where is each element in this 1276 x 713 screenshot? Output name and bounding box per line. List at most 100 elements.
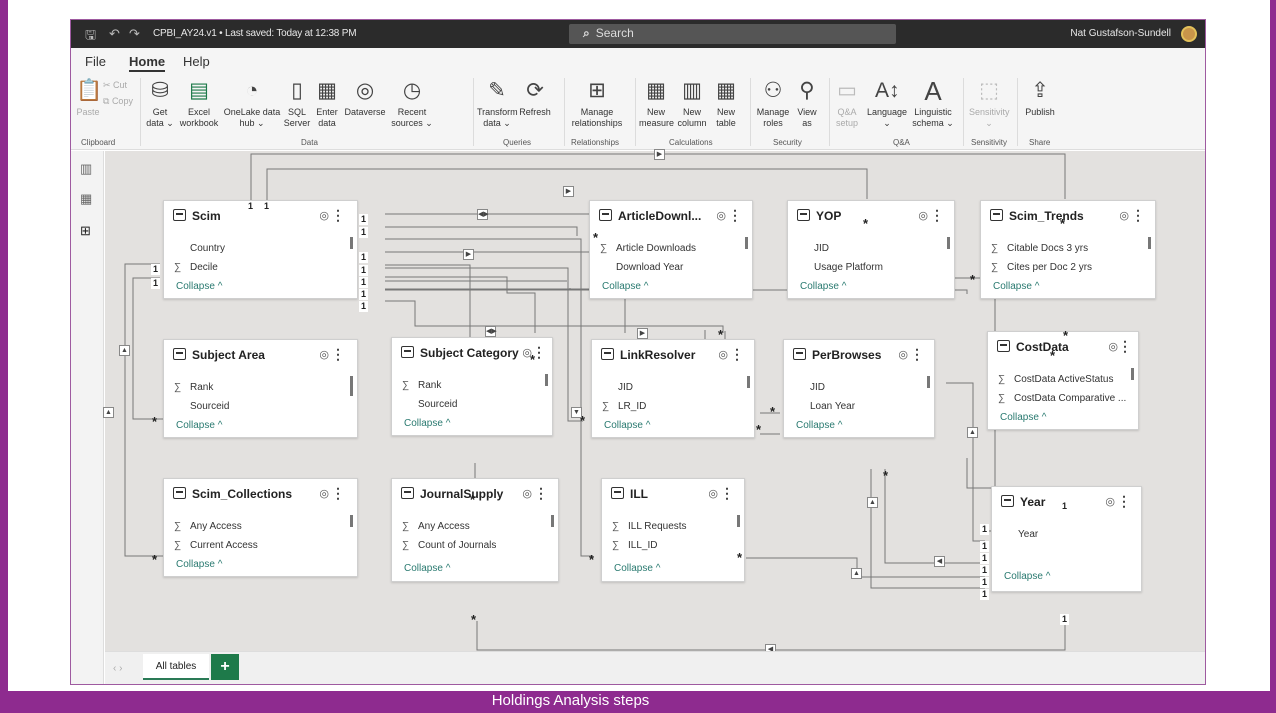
field-download-year[interactable]: Download Year xyxy=(600,262,683,273)
collapse-link[interactable]: Collapse ^ xyxy=(993,281,1039,292)
field-rank[interactable]: ∑ Rank xyxy=(402,380,441,391)
collapse-link[interactable]: Collapse ^ xyxy=(176,281,222,292)
table-card-articledownloads[interactable]: ArticleDownl... ◎ ⋮ ∑ Article Downloads D… xyxy=(589,200,753,299)
paste-button[interactable]: 📋 Paste xyxy=(75,78,102,118)
new-table-button[interactable]: ▦ New table xyxy=(711,78,741,129)
field-rank[interactable]: ∑ Rank xyxy=(174,382,213,393)
table-card-scim-trends[interactable]: Scim_Trends ◎ ⋮ ∑ Citable Docs 3 yrs ∑ Cit… xyxy=(980,200,1156,299)
field-costdata-activestatus[interactable]: ∑ CostData ActiveStatus xyxy=(998,374,1114,385)
language-button[interactable]: A↕ Language ⌄ xyxy=(865,78,909,129)
dataverse-button[interactable]: ◎ Dataverse xyxy=(343,78,387,118)
field-any-access[interactable]: ∑ Any Access xyxy=(402,521,470,532)
more-options-icon[interactable]: ⋮ xyxy=(910,346,924,363)
field-loan-year[interactable]: Loan Year xyxy=(794,401,855,412)
menu-file[interactable]: File xyxy=(85,54,106,69)
table-view-icon[interactable]: ▦ xyxy=(80,191,92,207)
field-count-of-journals[interactable]: ∑ Count of Journals xyxy=(402,540,496,551)
document-title[interactable]: CPBI_AY24.v1 • Last saved: Today at 12:3… xyxy=(153,28,357,39)
table-card-scim[interactable]: Scim ◎ ⋮ Country ∑ Decile Collapse ^ xyxy=(163,200,358,299)
more-options-icon[interactable]: ⋮ xyxy=(730,346,744,363)
more-options-icon[interactable]: ⋮ xyxy=(1118,338,1132,355)
table-card-perbrowses[interactable]: PerBrowses ◎ ⋮ JID Loan Year Collapse ^ xyxy=(783,339,935,438)
linguistic-schema-button[interactable]: A Linguistic schema ⌄ xyxy=(911,78,955,129)
sensitivity-button[interactable]: ⬚ Sensitivity ⌄ xyxy=(969,78,1010,129)
visibility-icon[interactable]: ◎ xyxy=(918,209,928,222)
scrollbar[interactable] xyxy=(551,515,554,527)
visibility-icon[interactable]: ◎ xyxy=(319,487,329,500)
scrollbar[interactable] xyxy=(350,515,353,527)
menu-help[interactable]: Help xyxy=(183,54,210,69)
scrollbar[interactable] xyxy=(350,376,353,396)
collapse-link[interactable]: Collapse ^ xyxy=(176,420,222,431)
scrollbar[interactable] xyxy=(350,237,353,249)
undo-icon[interactable]: ↶ xyxy=(109,26,120,42)
tab-all-tables[interactable]: All tables xyxy=(143,654,209,680)
visibility-icon[interactable]: ◎ xyxy=(319,348,329,361)
tab-scroll-arrows[interactable]: ‹ › xyxy=(113,663,122,674)
field-lr-id[interactable]: ∑ LR_ID xyxy=(602,401,646,412)
field-sourceid[interactable]: Sourceid xyxy=(402,399,457,410)
manage-roles-button[interactable]: ⚇ Manage roles xyxy=(755,78,791,129)
collapse-link[interactable]: Collapse ^ xyxy=(1000,412,1046,423)
model-view-icon[interactable]: ⊞ xyxy=(80,223,91,239)
refresh-button[interactable]: ⟳ Refresh xyxy=(517,78,553,118)
table-card-ill[interactable]: ILL ◎ ⋮ ∑ ILL Requests ∑ ILL_ID Collapse ^ xyxy=(601,478,745,582)
collapse-link[interactable]: Collapse ^ xyxy=(404,418,450,429)
field-cites-per-doc[interactable]: ∑ Cites per Doc 2 yrs xyxy=(991,262,1092,273)
scrollbar[interactable] xyxy=(1131,368,1134,380)
qa-setup-button[interactable]: ▭ Q&A setup xyxy=(833,78,861,129)
user-name[interactable]: Nat Gustafson-Sundell xyxy=(1070,28,1171,39)
visibility-icon[interactable]: ◎ xyxy=(718,348,728,361)
more-options-icon[interactable]: ⋮ xyxy=(534,485,548,502)
visibility-icon[interactable]: ◎ xyxy=(1108,340,1118,353)
search-box[interactable]: ⌕ Search xyxy=(569,24,896,44)
model-canvas[interactable]: Scim ◎ ⋮ Country ∑ Decile Collapse ^ Arti… xyxy=(103,149,1205,655)
scrollbar[interactable] xyxy=(1148,237,1151,249)
field-decile[interactable]: ∑ Decile xyxy=(174,262,218,273)
table-card-yop[interactable]: YOP ◎ ⋮ JID Usage Platform Collapse ^ xyxy=(787,200,955,299)
field-ill-requests[interactable]: ∑ ILL Requests xyxy=(612,521,687,532)
view-as-button[interactable]: ⚲ View as xyxy=(793,78,821,129)
field-costdata-comparative[interactable]: ∑ CostData Comparative ... xyxy=(998,393,1126,404)
field-ill-id[interactable]: ∑ ILL_ID xyxy=(612,540,657,551)
visibility-icon[interactable]: ◎ xyxy=(319,209,329,222)
scrollbar[interactable] xyxy=(745,237,748,249)
save-icon[interactable]: 🖫 xyxy=(85,26,96,48)
more-options-icon[interactable]: ⋮ xyxy=(930,207,944,224)
table-card-scim-collections[interactable]: Scim_Collections ◎ ⋮ ∑ Any Access ∑ Curren… xyxy=(163,478,358,577)
table-card-subject-category[interactable]: Subject Category ◎ ⋮ ∑ Rank Sourceid Coll… xyxy=(391,337,553,436)
visibility-icon[interactable]: ◎ xyxy=(1105,495,1115,508)
cut-button[interactable]: ✂ Cut xyxy=(103,80,127,91)
recent-sources-button[interactable]: ◷ Recent sources ⌄ xyxy=(389,78,435,129)
collapse-link[interactable]: Collapse ^ xyxy=(1004,571,1050,582)
scrollbar[interactable] xyxy=(545,374,548,386)
report-view-icon[interactable]: ▥ xyxy=(80,161,92,177)
more-options-icon[interactable]: ⋮ xyxy=(1131,207,1145,224)
sql-server-button[interactable]: ▯ SQL Server xyxy=(283,78,311,129)
field-jid[interactable]: JID xyxy=(798,243,829,254)
manage-relationships-button[interactable]: ⊞ Manage relationships xyxy=(567,78,627,129)
visibility-icon[interactable]: ◎ xyxy=(898,348,908,361)
enter-data-button[interactable]: ▦ Enter data xyxy=(313,78,341,129)
field-article-downloads[interactable]: ∑ Article Downloads xyxy=(600,243,696,254)
more-options-icon[interactable]: ⋮ xyxy=(720,485,734,502)
collapse-link[interactable]: Collapse ^ xyxy=(796,420,842,431)
collapse-link[interactable]: Collapse ^ xyxy=(800,281,846,292)
get-data-button[interactable]: ⛁ Get data ⌄ xyxy=(145,78,175,129)
add-layout-button[interactable]: + xyxy=(211,654,239,680)
visibility-icon[interactable]: ◎ xyxy=(716,209,726,222)
new-column-button[interactable]: ▥ New column xyxy=(675,78,709,129)
publish-button[interactable]: ⇪ Publish xyxy=(1023,78,1057,118)
more-options-icon[interactable]: ⋮ xyxy=(728,207,742,224)
scrollbar[interactable] xyxy=(747,376,750,388)
collapse-link[interactable]: Collapse ^ xyxy=(176,559,222,570)
collapse-link[interactable]: Collapse ^ xyxy=(604,420,650,431)
more-options-icon[interactable]: ⋮ xyxy=(331,485,345,502)
redo-icon[interactable]: ↷ xyxy=(129,26,140,42)
collapse-link[interactable]: Collapse ^ xyxy=(404,563,450,574)
visibility-icon[interactable]: ◎ xyxy=(708,487,718,500)
transform-data-button[interactable]: ✎ Transform data ⌄ xyxy=(477,78,518,129)
scrollbar[interactable] xyxy=(947,237,950,249)
avatar[interactable] xyxy=(1181,26,1197,42)
visibility-icon[interactable]: ◎ xyxy=(522,487,532,500)
